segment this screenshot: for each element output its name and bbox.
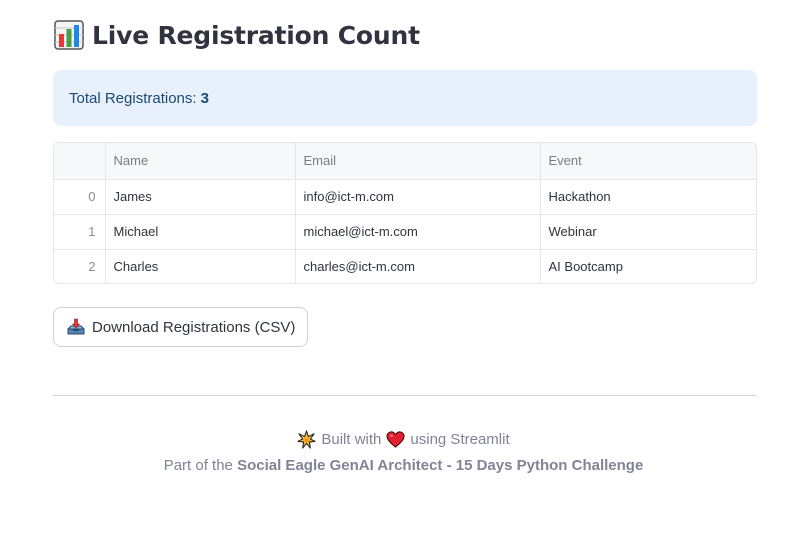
name-cell[interactable]: Charles [105,249,296,283]
row-index: 1 [54,214,106,250]
table-row[interactable]: 0 James info@ict-m.com Hackathon [54,179,756,215]
bar-chart-icon [54,20,84,50]
row-index: 2 [54,249,106,283]
column-header-name[interactable]: Name [105,143,296,180]
app-page: Live Registration Count Total Registrati… [0,0,807,542]
name-cell[interactable]: James [105,179,296,215]
column-header-index[interactable] [54,143,106,180]
email-cell[interactable]: charles@ict-m.com [295,249,541,283]
download-csv-button[interactable]: Download Registrations (CSV) [53,307,309,347]
page-title: Live Registration Count [92,20,420,50]
footer-built-with: Built with using Streamlit [0,430,807,449]
challenge-name: Social Eagle GenAI Architect - 15 Days P… [237,457,644,474]
inbox-tray-icon [66,317,86,337]
email-cell[interactable]: michael@ict-m.com [295,214,541,250]
sparkle-icon [297,430,316,449]
column-header-event[interactable]: Event [540,143,756,180]
built-with-text: Built with [321,431,382,448]
footer-challenge-credit: Part of the Social Eagle GenAI Architect… [0,457,807,474]
using-streamlit-text: using Streamlit [410,431,510,448]
email-cell[interactable]: info@ict-m.com [295,179,541,215]
column-header-email[interactable]: Email [295,143,541,180]
event-cell[interactable]: AI Bootcamp [540,249,756,283]
heart-icon [386,430,405,449]
event-cell[interactable]: Webinar [540,214,756,250]
registrations-table[interactable]: Name Email Event 0 James info@ict-m.com … [53,142,757,284]
footer-divider [53,395,757,396]
download-button-label: Download Registrations (CSV) [92,318,296,336]
page-header: Live Registration Count [54,20,420,50]
table-row[interactable]: 1 Michael michael@ict-m.com Webinar [54,214,756,250]
row-index: 0 [54,179,106,215]
event-cell[interactable]: Hackathon [540,179,756,215]
total-count: 3 [200,89,209,107]
part-of-text: Part of the [163,457,233,474]
total-label: Total Registrations: [69,89,197,107]
table-row[interactable]: 2 Charles charles@ict-m.com AI Bootcamp [54,249,756,283]
total-registrations-info: Total Registrations: 3 [53,70,757,126]
table-header-row: Name Email Event [54,143,756,180]
name-cell[interactable]: Michael [105,214,296,250]
